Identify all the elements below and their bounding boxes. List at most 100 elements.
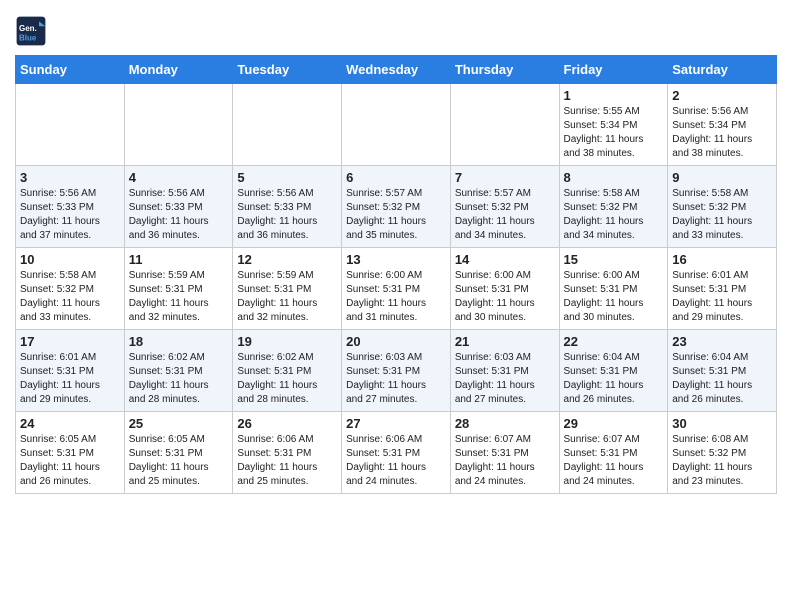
header-row: SundayMondayTuesdayWednesdayThursdayFrid… [16, 56, 777, 84]
day-info: Sunrise: 5:58 AMSunset: 5:32 PMDaylight:… [20, 269, 120, 325]
col-header-tuesday: Tuesday [233, 56, 342, 84]
day-number: 14 [455, 252, 555, 267]
day-number: 27 [346, 416, 446, 431]
day-cell: 4Sunrise: 5:56 AMSunset: 5:33 PMDaylight… [124, 166, 233, 248]
day-number: 24 [20, 416, 120, 431]
day-cell: 19Sunrise: 6:02 AMSunset: 5:31 PMDayligh… [233, 330, 342, 412]
day-number: 26 [237, 416, 337, 431]
day-info: Sunrise: 6:00 AMSunset: 5:31 PMDaylight:… [346, 269, 446, 325]
day-info: Sunrise: 5:56 AMSunset: 5:33 PMDaylight:… [129, 187, 229, 243]
day-number: 30 [672, 416, 772, 431]
day-cell: 28 Sunrise: 6:07 AMSunset: 5:31 PMDayligh… [450, 412, 559, 494]
day-number: 20 [346, 334, 446, 349]
day-cell: 11 Sunrise: 5:59 AMSunset: 5:31 PMDayligh… [124, 248, 233, 330]
day-cell: 5 Sunrise: 5:56 AMSunset: 5:33 PMDaylight… [233, 166, 342, 248]
day-number: 10 [20, 252, 120, 267]
calendar-table: SundayMondayTuesdayWednesdayThursdayFrid… [15, 55, 777, 494]
day-number: 18 [129, 334, 229, 349]
day-number: 17 [20, 334, 120, 349]
day-number: 29 [564, 416, 664, 431]
day-info: Sunrise: 6:04 AMSunset: 5:31 PMDaylight:… [672, 351, 772, 407]
day-number: 13 [346, 252, 446, 267]
col-header-saturday: Saturday [668, 56, 777, 84]
day-cell: 18 Sunrise: 6:02 AMSunset: 5:31 PMDayligh… [124, 330, 233, 412]
day-info: Sunrise: 6:05 AMSunset: 5:31 PMDaylight:… [129, 433, 229, 489]
svg-text:Blue: Blue [19, 34, 37, 43]
day-cell: 6Sunrise: 5:57 AMSunset: 5:32 PMDaylight… [342, 166, 451, 248]
day-cell: 21Sunrise: 6:03 AMSunset: 5:31 PMDayligh… [450, 330, 559, 412]
day-number: 3 [20, 170, 120, 185]
day-info: Sunrise: 6:06 AMSunset: 5:31 PMDaylight:… [237, 433, 337, 489]
calendar-page: Gen. Blue SundayMondayTuesdayWednesdayTh… [0, 0, 792, 509]
day-cell: 26 Sunrise: 6:06 AMSunset: 5:31 PMDayligh… [233, 412, 342, 494]
week-row-2: 3 Sunrise: 5:56 AMSunset: 5:33 PMDaylight… [16, 166, 777, 248]
day-cell: 25 Sunrise: 6:05 AMSunset: 5:31 PMDayligh… [124, 412, 233, 494]
day-info: Sunrise: 6:02 AMSunset: 5:31 PMDaylight:… [129, 351, 229, 407]
col-header-sunday: Sunday [16, 56, 125, 84]
day-cell: 12 Sunrise: 5:59 AMSunset: 5:31 PMDayligh… [233, 248, 342, 330]
day-cell: 27 Sunrise: 6:06 AMSunset: 5:31 PMDayligh… [342, 412, 451, 494]
day-cell: 10 Sunrise: 5:58 AMSunset: 5:32 PMDayligh… [16, 248, 125, 330]
day-info: Sunrise: 6:03 AMSunset: 5:31 PMDaylight:… [455, 351, 555, 407]
day-info: Sunrise: 6:07 AMSunset: 5:31 PMDaylight:… [455, 433, 555, 489]
header: Gen. Blue [15, 10, 777, 47]
day-number: 22 [564, 334, 664, 349]
day-info: Sunrise: 6:00 AMSunset: 5:31 PMDaylight:… [455, 269, 555, 325]
day-number: 15 [564, 252, 664, 267]
day-info: Sunrise: 5:57 AMSunset: 5:32 PMDaylight:… [455, 187, 555, 243]
week-row-1: 1 Sunrise: 5:55 AMSunset: 5:34 PMDaylight… [16, 84, 777, 166]
day-cell: 22 Sunrise: 6:04 AMSunset: 5:31 PMDayligh… [559, 330, 668, 412]
day-cell: 15 Sunrise: 6:00 AMSunset: 5:31 PMDayligh… [559, 248, 668, 330]
day-number: 25 [129, 416, 229, 431]
day-number: 5 [237, 170, 337, 185]
day-cell [233, 84, 342, 166]
day-cell: 20Sunrise: 6:03 AMSunset: 5:31 PMDayligh… [342, 330, 451, 412]
day-info: Sunrise: 6:08 AMSunset: 5:32 PMDaylight:… [672, 433, 772, 489]
day-info: Sunrise: 6:01 AMSunset: 5:31 PMDaylight:… [672, 269, 772, 325]
day-number: 12 [237, 252, 337, 267]
col-header-monday: Monday [124, 56, 233, 84]
day-cell [16, 84, 125, 166]
day-info: Sunrise: 5:55 AMSunset: 5:34 PMDaylight:… [564, 105, 664, 161]
day-cell: 23Sunrise: 6:04 AMSunset: 5:31 PMDayligh… [668, 330, 777, 412]
day-info: Sunrise: 6:00 AMSunset: 5:31 PMDaylight:… [564, 269, 664, 325]
logo-icon: Gen. Blue [15, 15, 47, 47]
day-info: Sunrise: 5:59 AMSunset: 5:31 PMDaylight:… [237, 269, 337, 325]
day-cell [342, 84, 451, 166]
day-number: 16 [672, 252, 772, 267]
day-cell: 30 Sunrise: 6:08 AMSunset: 5:32 PMDayligh… [668, 412, 777, 494]
day-number: 11 [129, 252, 229, 267]
day-cell: 29 Sunrise: 6:07 AMSunset: 5:31 PMDayligh… [559, 412, 668, 494]
day-info: Sunrise: 5:56 AMSunset: 5:33 PMDaylight:… [20, 187, 120, 243]
day-cell [124, 84, 233, 166]
day-cell: 3 Sunrise: 5:56 AMSunset: 5:33 PMDaylight… [16, 166, 125, 248]
day-number: 7 [455, 170, 555, 185]
week-row-3: 10 Sunrise: 5:58 AMSunset: 5:32 PMDayligh… [16, 248, 777, 330]
day-info: Sunrise: 6:01 AMSunset: 5:31 PMDaylight:… [20, 351, 120, 407]
day-info: Sunrise: 6:05 AMSunset: 5:31 PMDaylight:… [20, 433, 120, 489]
day-number: 28 [455, 416, 555, 431]
day-info: Sunrise: 6:07 AMSunset: 5:31 PMDaylight:… [564, 433, 664, 489]
svg-text:Gen.: Gen. [19, 24, 37, 33]
day-info: Sunrise: 5:56 AMSunset: 5:34 PMDaylight:… [672, 105, 772, 161]
day-cell: 2Sunrise: 5:56 AMSunset: 5:34 PMDaylight… [668, 84, 777, 166]
day-cell [450, 84, 559, 166]
week-row-5: 24 Sunrise: 6:05 AMSunset: 5:31 PMDayligh… [16, 412, 777, 494]
day-info: Sunrise: 6:06 AMSunset: 5:31 PMDaylight:… [346, 433, 446, 489]
day-info: Sunrise: 6:04 AMSunset: 5:31 PMDaylight:… [564, 351, 664, 407]
day-cell: 17 Sunrise: 6:01 AMSunset: 5:31 PMDayligh… [16, 330, 125, 412]
day-cell: 9Sunrise: 5:58 AMSunset: 5:32 PMDaylight… [668, 166, 777, 248]
day-cell: 13 Sunrise: 6:00 AMSunset: 5:31 PMDayligh… [342, 248, 451, 330]
col-header-friday: Friday [559, 56, 668, 84]
logo: Gen. Blue [15, 15, 51, 47]
day-cell: 16 Sunrise: 6:01 AMSunset: 5:31 PMDayligh… [668, 248, 777, 330]
week-row-4: 17 Sunrise: 6:01 AMSunset: 5:31 PMDayligh… [16, 330, 777, 412]
day-cell: 1 Sunrise: 5:55 AMSunset: 5:34 PMDaylight… [559, 84, 668, 166]
day-cell: 7 Sunrise: 5:57 AMSunset: 5:32 PMDaylight… [450, 166, 559, 248]
day-cell: 14 Sunrise: 6:00 AMSunset: 5:31 PMDayligh… [450, 248, 559, 330]
day-number: 9 [672, 170, 772, 185]
day-info: Sunrise: 5:56 AMSunset: 5:33 PMDaylight:… [237, 187, 337, 243]
day-info: Sunrise: 5:59 AMSunset: 5:31 PMDaylight:… [129, 269, 229, 325]
day-info: Sunrise: 5:58 AMSunset: 5:32 PMDaylight:… [564, 187, 664, 243]
day-number: 1 [564, 88, 664, 103]
